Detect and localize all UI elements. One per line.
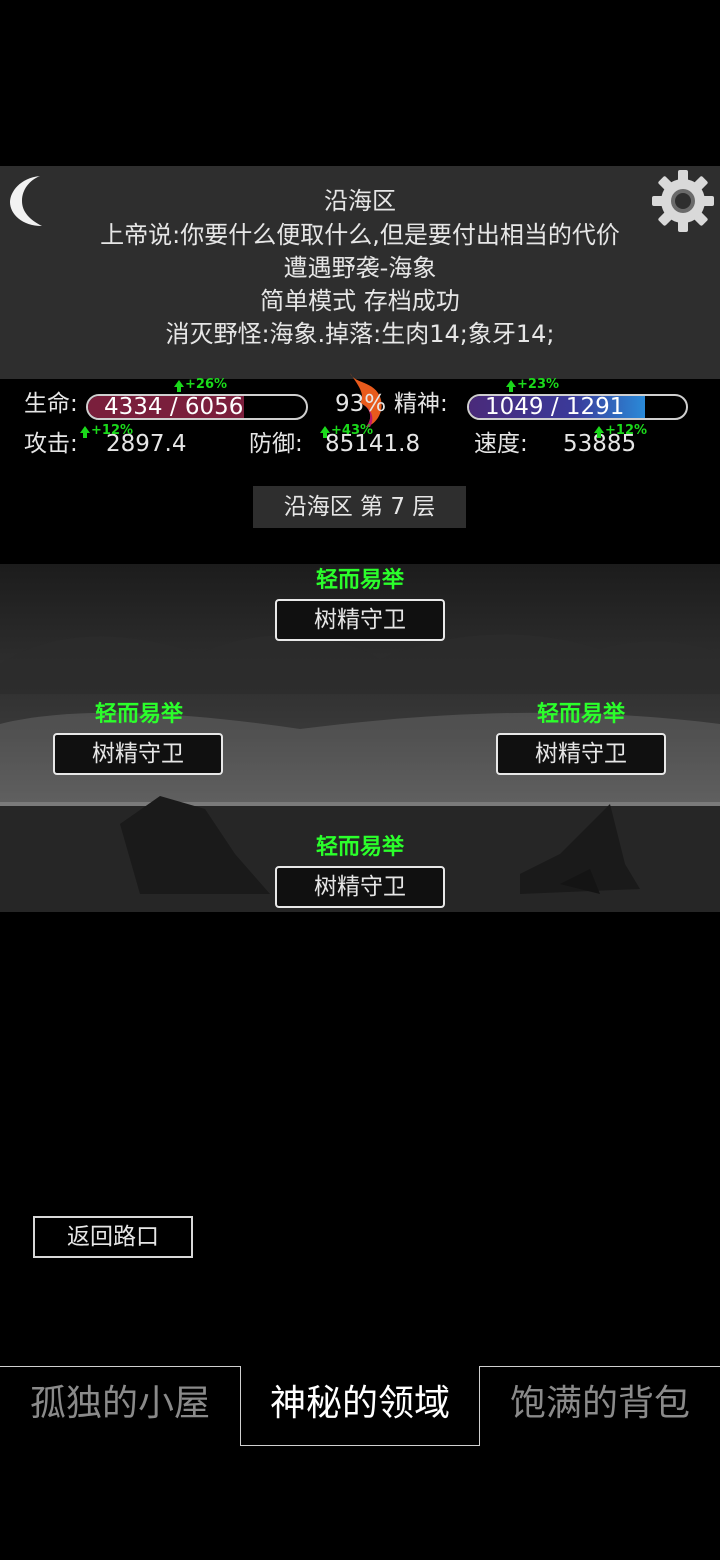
up-arrow-icon — [174, 380, 184, 392]
center-percent: 93% — [335, 391, 387, 417]
battle-area: 轻而易举 树精守卫 轻而易举 树精守卫 轻而易举 树精守卫 轻而易举 树精守卫 — [0, 564, 720, 912]
message-panel: 沿海区 上帝说:你要什么便取什么,但是要付出相当的代价 遭遇野袭-海象 简单模式… — [0, 166, 720, 379]
mp-boost: +23% — [506, 378, 559, 392]
message-line-4: 消灭野怪:海象.掉落:生肉14;象牙14; — [165, 320, 555, 348]
floor-title: 沿海区 第 7 层 — [253, 486, 466, 528]
hp-boost: +26% — [174, 378, 227, 392]
speed-label: 速度: — [474, 431, 528, 457]
bottom-tab-bar: 孤独的小屋 神秘的领域 饱满的背包 — [0, 1366, 720, 1446]
back-to-crossroad-button[interactable]: 返回路口 — [33, 1216, 193, 1258]
stats-panel: 生命: 4334 / 6056 +26% 93% 精神: 1049 / 1291… — [0, 373, 720, 469]
message-line-2: 遭遇野袭-海象 — [283, 254, 437, 282]
tab-cabin[interactable]: 孤独的小屋 — [0, 1366, 240, 1444]
enemy-button[interactable]: 树精守卫 — [496, 733, 666, 775]
hp-label: 生命: — [24, 391, 78, 417]
defense-label: 防御: — [249, 431, 303, 457]
enemy-button[interactable]: 树精守卫 — [275, 599, 445, 641]
enemy-difficulty: 轻而易举 — [315, 835, 404, 860]
enemy-difficulty: 轻而易举 — [315, 568, 404, 593]
mp-bar: 1049 / 1291 — [467, 394, 688, 420]
tab-realm[interactable]: 神秘的领域 — [240, 1366, 480, 1446]
mp-value: 1049 / 1291 — [485, 394, 625, 420]
enemy-button[interactable]: 树精守卫 — [275, 866, 445, 908]
enemy-difficulty: 轻而易举 — [536, 702, 625, 727]
hp-value: 4334 / 6056 — [104, 394, 244, 420]
message-line-1: 上帝说:你要什么便取什么,但是要付出相当的代价 — [100, 221, 620, 249]
up-arrow-icon — [594, 426, 604, 438]
up-arrow-icon — [320, 426, 330, 438]
enemy-button[interactable]: 树精守卫 — [53, 733, 223, 775]
attack-boost: +12% — [80, 424, 133, 438]
attack-label: 攻击: — [24, 431, 78, 457]
location-title: 沿海区 — [324, 187, 396, 215]
message-line-3: 简单模式 存档成功 — [260, 287, 460, 315]
up-arrow-icon — [80, 426, 90, 438]
mp-label: 精神: — [394, 391, 448, 417]
hp-bar: 4334 / 6056 — [86, 394, 308, 420]
defense-boost: +43% — [320, 424, 373, 438]
up-arrow-icon — [506, 380, 516, 392]
tab-backpack[interactable]: 饱满的背包 — [480, 1366, 720, 1444]
enemy-difficulty: 轻而易举 — [94, 702, 183, 727]
speed-boost: +12% — [594, 424, 647, 438]
